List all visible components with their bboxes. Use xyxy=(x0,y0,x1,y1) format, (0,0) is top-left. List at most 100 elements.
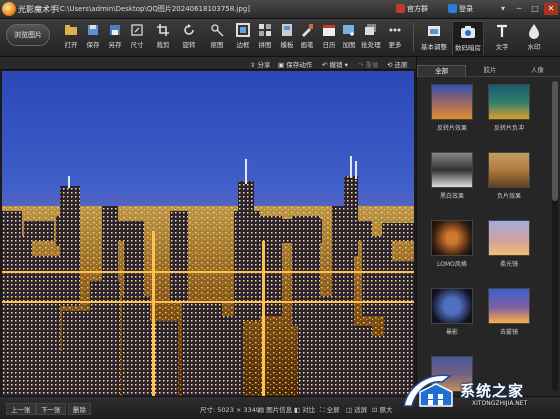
effects-panel: 全部 胶片 人像 反转片效果 反转片负冲黑白效果 负片效果 LOMO风格 柔光镜晕影 去雾… xyxy=(416,57,560,404)
street-lights xyxy=(152,231,155,396)
effect-label: 柔光镜 xyxy=(499,261,518,268)
effect-label: 反转片效果 xyxy=(436,125,467,132)
tab-film[interactable]: 胶片 xyxy=(466,65,513,76)
tool-label: 保存 xyxy=(86,41,100,49)
user-icon xyxy=(448,4,457,13)
tool-folder[interactable]: 打开 xyxy=(60,23,82,53)
main-toolbar: 浏览图片 打开 保存 另存 尺寸 裁剪 旋转 抠图 边框 拼图 模板 画笔 日历 加图 批处理 更多 基本调… xyxy=(0,19,560,57)
tool-add-image[interactable]: 加图 xyxy=(338,23,360,53)
border-icon xyxy=(236,23,250,37)
fit-screen-button[interactable]: ◫ 适屏 xyxy=(346,404,367,414)
effect-thumbnail[interactable]: 柔光镜 xyxy=(488,220,530,270)
image-info-button[interactable]: ▤ 图片信息 xyxy=(258,404,292,414)
maximize-button[interactable]: □ xyxy=(528,3,542,15)
batch-icon xyxy=(365,24,376,35)
effect-thumbnail[interactable]: 晕影 xyxy=(431,288,473,338)
darkroom-icon xyxy=(461,26,475,38)
login-link[interactable]: 登录 xyxy=(446,3,477,15)
tool-label: 更多 xyxy=(388,41,402,49)
official-group-link[interactable]: 官方群 xyxy=(394,3,432,15)
street-lights xyxy=(2,271,414,273)
title-bar: 光影魔术手 [C:\Users\admin\Desktop\QQ图片202406… xyxy=(0,0,560,19)
brush-icon xyxy=(302,24,313,37)
fullscreen-button[interactable]: ⛶ 全屏 xyxy=(320,404,340,415)
tool-rotate[interactable]: 旋转 xyxy=(178,23,200,53)
tool-more[interactable]: 更多 xyxy=(384,23,406,53)
add-image-icon xyxy=(343,25,354,36)
tool-batch[interactable]: 批处理 xyxy=(360,23,382,53)
tool-label: 另存 xyxy=(108,41,122,49)
tool-save-as[interactable]: 另存 xyxy=(104,23,126,53)
panel-tab-darkroom[interactable]: 数码暗房 xyxy=(452,21,484,55)
effect-label: LOMO风格 xyxy=(437,261,467,268)
next-image-button[interactable]: 下一张 xyxy=(36,403,66,415)
tool-calendar[interactable]: 日历 xyxy=(318,23,340,53)
tab-all[interactable]: 全部 xyxy=(417,65,467,76)
close-button[interactable]: ✕ xyxy=(544,3,558,15)
save-as-icon xyxy=(110,25,120,35)
official-group-label: 官方群 xyxy=(407,5,428,13)
tower xyxy=(336,326,372,396)
panel-tab-label: 文字 xyxy=(495,43,509,51)
distant-building xyxy=(2,211,22,236)
panel-tab-watermark[interactable]: 水印 xyxy=(518,21,550,55)
effect-thumbnail[interactable]: 黑白效果 xyxy=(431,152,473,202)
redo-action[interactable]: ↷ 重做 xyxy=(358,59,379,69)
tool-label: 日历 xyxy=(322,41,336,49)
save-action[interactable]: ▣ 保存动作 xyxy=(278,59,312,69)
panel-tab-text[interactable]: 文字 xyxy=(486,21,518,55)
prev-image-button[interactable]: 上一张 xyxy=(6,403,36,415)
effect-thumbnail[interactable]: 反转片效果 xyxy=(431,84,473,134)
effect-preview xyxy=(488,84,530,120)
street-lights xyxy=(262,241,265,396)
effect-thumbnail[interactable]: 去雾镜 xyxy=(488,288,530,338)
tool-crop[interactable]: 裁剪 xyxy=(152,23,174,53)
calendar-icon xyxy=(323,25,335,36)
share-action[interactable]: ⇪ 分享 xyxy=(250,59,271,69)
tab-portrait[interactable]: 人像 xyxy=(514,65,560,76)
window-controls: ▾ ─ □ ✕ xyxy=(496,3,558,15)
compare-button[interactable]: ◧ 对比 xyxy=(294,404,315,414)
effect-thumbnail[interactable]: LOMO风格 xyxy=(431,220,473,270)
text-icon xyxy=(497,24,507,37)
minimize-button[interactable]: ─ xyxy=(512,3,526,15)
tool-cutout[interactable]: 抠图 xyxy=(206,23,228,53)
group-icon xyxy=(396,4,405,13)
photo-canvas[interactable] xyxy=(2,71,414,396)
tool-save[interactable]: 保存 xyxy=(82,23,104,53)
fullscreen-label: 全屏 xyxy=(326,406,340,414)
tool-brush[interactable]: 画笔 xyxy=(296,23,318,53)
crop-icon xyxy=(157,24,169,36)
watermark-url: XITONGZHIJIA.NET xyxy=(472,400,528,407)
compare-label: 对比 xyxy=(302,406,316,414)
panel-scrollbar[interactable] xyxy=(552,81,558,391)
tool-label: 模板 xyxy=(280,41,294,49)
menu-button[interactable]: ▾ xyxy=(496,3,510,15)
tower xyxy=(170,211,188,301)
browse-images-button[interactable]: 浏览图片 xyxy=(6,24,50,46)
save-icon xyxy=(88,25,98,35)
street-lights xyxy=(2,301,414,303)
action-bar: ⇪ 分享 ▣ 保存动作 ↶ 撤销 ▾ ↷ 重做 ⟲ 还原 xyxy=(0,57,416,70)
tool-puzzle[interactable]: 拼图 xyxy=(254,23,276,53)
restore-action[interactable]: ⟲ 还原 xyxy=(387,59,408,69)
tower xyxy=(60,186,80,306)
actual-size-button[interactable]: ⊡ 原大 xyxy=(372,404,393,414)
tower xyxy=(182,301,222,396)
effect-thumbnail[interactable]: 反转片负冲 xyxy=(488,84,530,134)
effect-preview xyxy=(431,152,473,188)
size-info: 尺寸: 5023 × 3349 xyxy=(200,404,260,414)
delete-button[interactable]: 删除 xyxy=(68,403,91,415)
tool-label: 加图 xyxy=(342,41,356,49)
tool-border[interactable]: 边框 xyxy=(232,23,254,53)
tool-label: 尺寸 xyxy=(130,41,144,49)
tool-label: 批处理 xyxy=(361,41,381,49)
effect-label: 反转片负冲 xyxy=(493,125,524,132)
tool-template[interactable]: 模板 xyxy=(276,23,298,53)
scrollbar-thumb[interactable] xyxy=(552,81,558,201)
toolbar-divider xyxy=(413,23,414,51)
undo-action[interactable]: ↶ 撤销 ▾ xyxy=(322,59,348,69)
effect-thumbnail[interactable]: 负片效果 xyxy=(488,152,530,202)
panel-tab-adjust[interactable]: 基本调整 xyxy=(418,21,450,55)
tool-resize[interactable]: 尺寸 xyxy=(126,23,148,53)
